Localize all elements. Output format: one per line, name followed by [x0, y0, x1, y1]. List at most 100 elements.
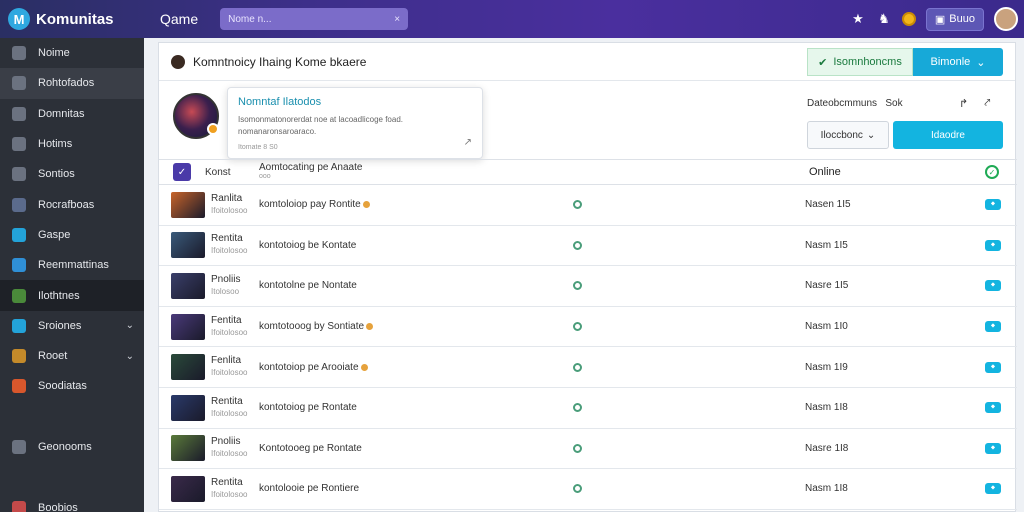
brand-logo-icon: M: [8, 8, 30, 30]
sidebar-item[interactable]: Domnitas: [0, 99, 144, 129]
sidebar-item-label: Domnitas: [38, 107, 85, 120]
meta-icons: ↱ ⤤: [959, 97, 990, 110]
sidebar-item[interactable]: Reemmattinas: [0, 250, 144, 280]
row-description: kontotoiog pe Rontate: [259, 402, 357, 413]
user-icon: [171, 54, 185, 69]
meta-label: Dateobcmmuns: [807, 98, 878, 109]
pin-icon[interactable]: ↗: [464, 137, 472, 148]
table-row[interactable]: Rentita Ifoitolosoo kontolooie pe Rontiere…: [159, 469, 1017, 510]
row-name-label: Rentita: [211, 476, 243, 488]
top-bar: M Komunitas Qame × ★ ♞ ▣ Buuo: [0, 0, 1024, 38]
row-name: Rentita Ifoitolosoo: [211, 476, 255, 500]
filter-select[interactable]: Iloccbonc ⌄: [807, 121, 889, 149]
sidebar-item[interactable]: Rooet ⌄: [0, 341, 144, 371]
table-row[interactable]: Pnoliis Itolosoo kontotolne pe Nontate Nasr…: [159, 266, 1017, 307]
users-icon: [12, 167, 26, 182]
row-description-label: komtoloiop pay Rontite: [259, 199, 361, 211]
brand[interactable]: M Komunitas: [0, 0, 144, 38]
sidebar-item[interactable]: Gaspe: [0, 220, 144, 250]
share-icon[interactable]: ↱: [959, 97, 968, 110]
dropdown-button[interactable]: Bimonle ⌄: [913, 48, 1003, 76]
row-name-sub: Ifoitolosoo: [211, 408, 248, 418]
online-status-icon: [573, 322, 582, 332]
message-button[interactable]: ⬥: [985, 321, 1001, 333]
sidebar-item[interactable]: Sroiones ⌄: [0, 311, 144, 341]
table-row[interactable]: Fenlita Ifoitolosoo kontotoiop pe Arooiate…: [159, 347, 1017, 388]
coin-icon[interactable]: [901, 12, 916, 26]
chevron-down-icon: ⌄: [976, 56, 986, 69]
online-status-icon: [573, 240, 582, 250]
table-row[interactable]: Fentita Ifoitolosoo komtotooog by Sontiate…: [159, 307, 1017, 348]
row-description: kontotoiop pe Arooiate: [259, 362, 368, 373]
row-level: Nasm 1I8: [805, 402, 848, 414]
star-icon[interactable]: ★: [850, 11, 866, 27]
rss-icon: [12, 197, 26, 212]
message-button[interactable]: ⬥: [985, 402, 1001, 414]
status-dot-icon: [360, 363, 368, 371]
message-button[interactable]: ⬥: [985, 442, 1001, 454]
online-status-icon: [573, 403, 582, 413]
profile-avatar[interactable]: [173, 93, 219, 139]
row-level: Nasre 1I8: [805, 442, 849, 454]
sidebar-item[interactable]: Sontios: [0, 159, 144, 189]
row-name-sub: Ifoitolosoo: [211, 368, 248, 378]
member-table: ✓ Konst Aomtocating pe Anaate ooo Online…: [159, 159, 1017, 510]
sidebar-item[interactable]: Hotims: [0, 129, 144, 159]
search-input[interactable]: [228, 13, 359, 25]
table-row[interactable]: Rentita Ifoitolosoo kontotoiog pe Rontate N…: [159, 388, 1017, 429]
row-name-label: Fenlita: [211, 355, 242, 367]
game-thumbnail: [171, 475, 205, 502]
column-header-name: Konst: [205, 166, 231, 178]
online-status-icon: [573, 200, 582, 210]
sidebar-item-label: Ilothtnes: [38, 289, 80, 302]
row-level: Nasm 1I5: [805, 239, 848, 251]
sidebar-item[interactable]: Boobios: [0, 492, 144, 512]
message-button[interactable]: ⬥: [985, 199, 1001, 211]
message-button[interactable]: ⬥: [985, 239, 1001, 251]
sidebar-item-label: Hotims: [38, 138, 73, 151]
sidebar-item[interactable]: Geonooms: [0, 432, 144, 462]
message-button[interactable]: ⬥: [985, 361, 1001, 373]
dropdown-button-label: Bimonle: [930, 56, 971, 68]
join-button[interactable]: ✔ Isomnhoncms: [807, 48, 913, 76]
meta-value: Sok: [885, 98, 903, 109]
close-icon[interactable]: ×: [394, 14, 400, 25]
sidebar-item-label: Gaspe: [38, 228, 71, 241]
sidebar-item[interactable]: Soodiatas: [0, 371, 144, 401]
row-level: Nasm 1I8: [805, 483, 848, 495]
table-row[interactable]: Ranlita Ifoitolosoo komtoloiop pay Rontite…: [159, 185, 1017, 226]
row-description: kontotolne pe Nontate: [259, 280, 357, 291]
chevron-down-icon[interactable]: ⌄: [126, 320, 134, 331]
chevron-down-icon[interactable]: ⌄: [126, 351, 134, 362]
expand-icon[interactable]: ⤤: [984, 97, 990, 110]
top-action-label: Buuo: [949, 13, 975, 25]
sidebar: Noime Rohtofados Domnitas Hotims Sontios Rocr…: [0, 38, 144, 512]
table-row[interactable]: Pnoliis Ifoitolosoo Kontotooeg pe Rontate N…: [159, 429, 1017, 470]
top-action-button[interactable]: ▣ Buuo: [925, 7, 984, 31]
join-button-label: Isomnhoncms: [833, 56, 902, 68]
checkmark-icon: ✓: [173, 163, 191, 181]
check-icon: ✔: [818, 56, 828, 69]
row-description-label: kontotolne pe Nontate: [259, 280, 357, 292]
chess-piece-icon[interactable]: ♞: [876, 11, 892, 27]
row-level: Nasen 1I5: [805, 199, 851, 211]
message-button[interactable]: ⬥: [985, 280, 1001, 292]
status-dot-icon: [362, 201, 370, 209]
row-name: Ranlita Ifoitolosoo: [211, 193, 255, 216]
row-level: Nasm 1I9: [805, 361, 848, 373]
avatar[interactable]: [994, 7, 1018, 31]
game-title[interactable]: Qame: [160, 11, 198, 27]
table-row[interactable]: Rentita Ifoitolosoo kontotoiog be Kontate N…: [159, 226, 1017, 267]
sidebar-item[interactable]: Ilothtnes: [0, 280, 144, 311]
primary-action-button[interactable]: Idaodre: [893, 121, 1003, 149]
message-button[interactable]: ⬥: [985, 483, 1001, 495]
row-level: Nasre 1I5: [805, 280, 849, 292]
column-header-description-label: Aomtocating pe Anaate: [259, 162, 363, 173]
search-box[interactable]: ×: [220, 8, 409, 30]
sidebar-item[interactable]: Rocrafboas: [0, 189, 144, 219]
row-description-label: kontotoiog be Kontate: [259, 239, 357, 251]
column-header-description: Aomtocating pe Anaate ooo: [259, 163, 659, 181]
sidebar-item[interactable]: Rohtofados: [0, 68, 144, 99]
sidebar-item[interactable]: Noime: [0, 38, 144, 68]
